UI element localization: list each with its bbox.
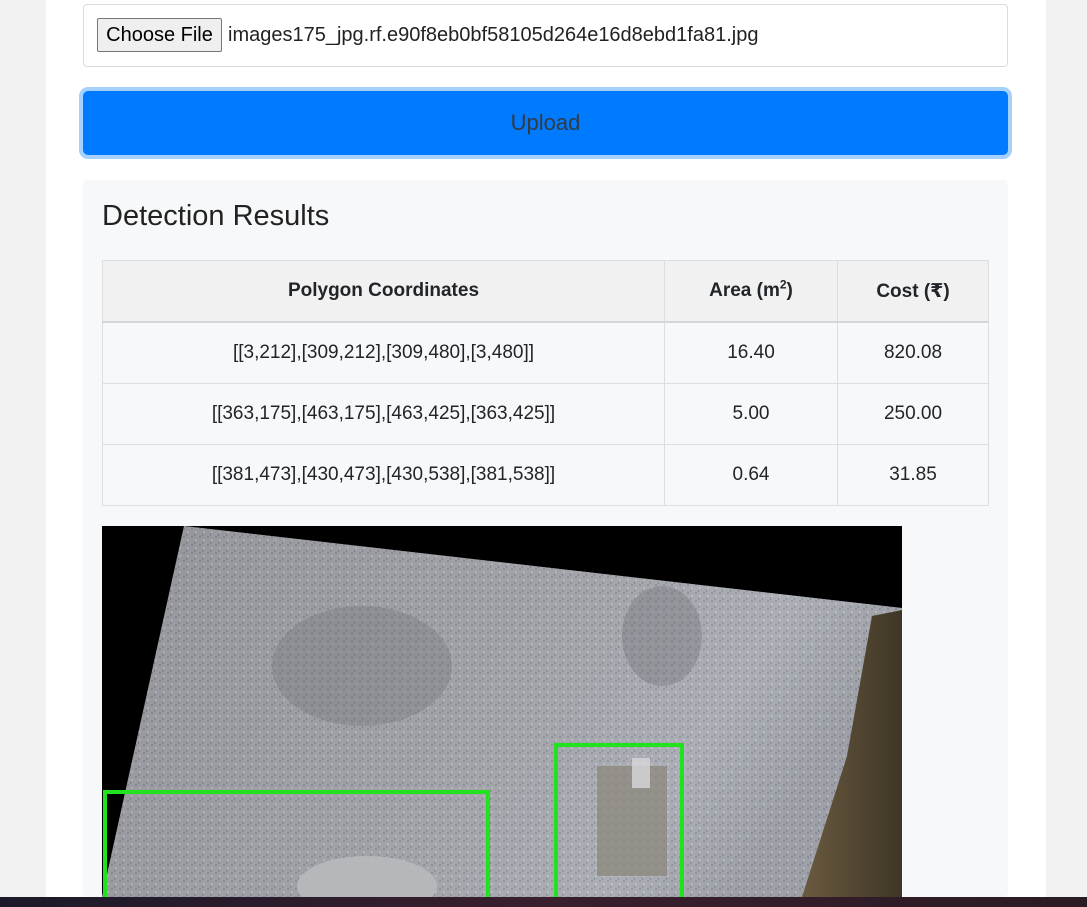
header-area-suffix: ) <box>786 280 793 301</box>
detection-result-image <box>102 526 902 897</box>
cell-area: 0.64 <box>664 444 838 506</box>
table-header-row: Polygon Coordinates Area (m2) Cost (₹) <box>102 260 989 323</box>
table-row: [[381,473],[430,473],[430,538],[381,538]… <box>102 444 989 506</box>
cell-area: 16.40 <box>664 321 838 384</box>
results-table: Polygon Coordinates Area (m2) Cost (₹) [… <box>102 260 989 506</box>
upload-button[interactable]: Upload <box>83 91 1008 155</box>
annotated-aerial-photo <box>102 526 902 897</box>
file-input-group: Choose File images175_jpg.rf.e90f8eb0bf5… <box>83 4 1008 67</box>
header-cost: Cost (₹) <box>837 260 989 323</box>
page-container: Choose File images175_jpg.rf.e90f8eb0bf5… <box>46 0 1046 897</box>
cell-cost: 31.85 <box>837 444 989 506</box>
detection-results-panel: Detection Results Polygon Coordinates Ar… <box>83 180 1008 897</box>
cell-coordinates: [[381,473],[430,473],[430,538],[381,538]… <box>102 444 665 506</box>
table-row: [[3,212],[309,212],[309,480],[3,480]] 16… <box>102 321 989 384</box>
results-title: Detection Results <box>102 200 330 232</box>
cell-coordinates: [[3,212],[309,212],[309,480],[3,480]] <box>102 321 665 384</box>
cell-cost: 820.08 <box>837 321 989 384</box>
header-area-prefix: Area (m <box>709 280 780 301</box>
choose-file-button[interactable]: Choose File <box>97 18 222 52</box>
cell-area: 5.00 <box>664 383 838 445</box>
header-area-superscript: 2 <box>779 277 787 292</box>
cell-coordinates: [[363,175],[463,175],[463,425],[363,425]… <box>102 383 665 445</box>
header-polygon-coordinates: Polygon Coordinates <box>102 260 665 323</box>
cell-cost: 250.00 <box>837 383 989 445</box>
selected-file-name: images175_jpg.rf.e90f8eb0bf58105d264e16d… <box>228 24 759 46</box>
header-area: Area (m2) <box>664 260 838 323</box>
table-row: [[363,175],[463,175],[463,425],[363,425]… <box>102 383 989 445</box>
taskbar-strip <box>0 897 1087 907</box>
